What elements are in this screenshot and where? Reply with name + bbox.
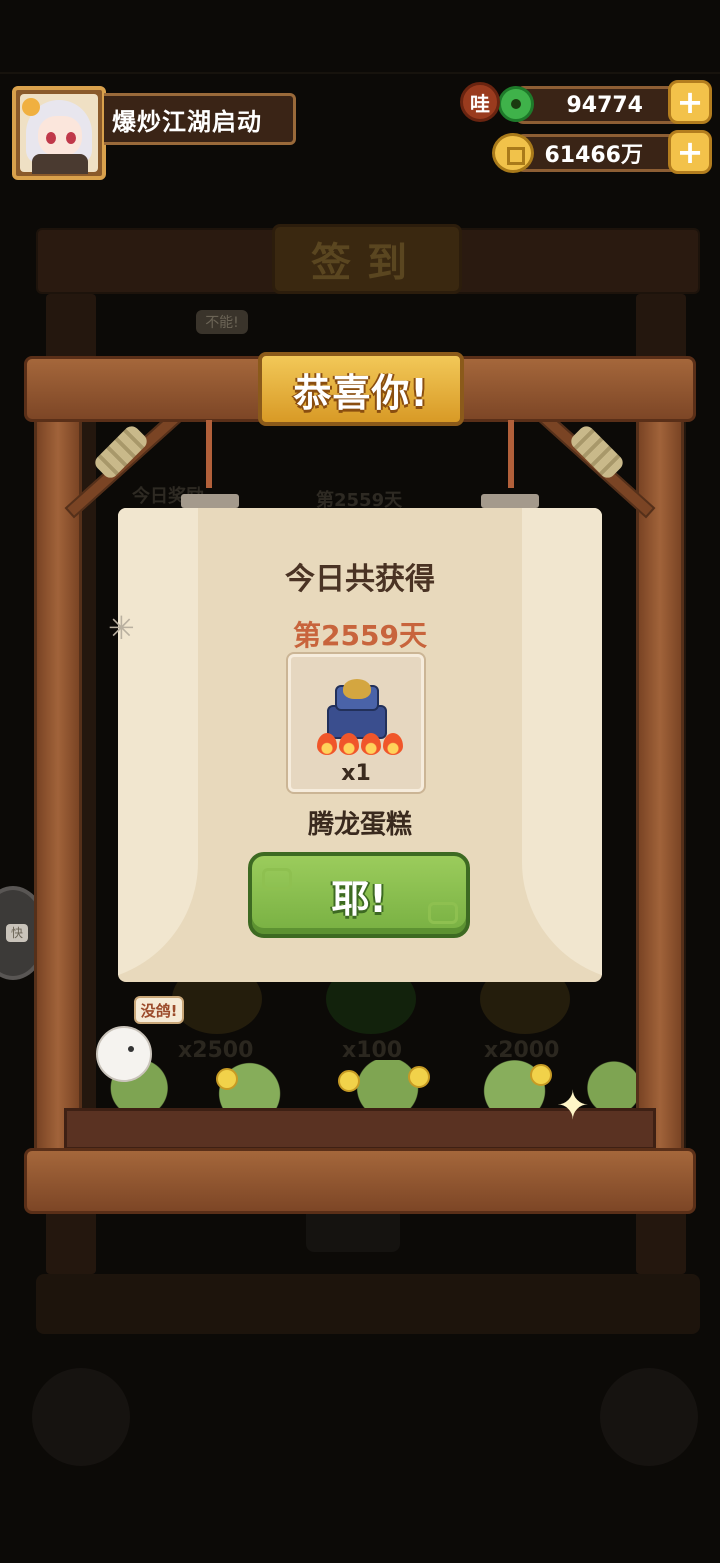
background-bottom-beam bbox=[36, 1274, 700, 1334]
avatar-body bbox=[32, 154, 88, 174]
flame-icon bbox=[383, 733, 403, 755]
background-sign: 签到 bbox=[272, 224, 462, 294]
background-menu-icon bbox=[600, 1368, 698, 1466]
congrats-banner: 恭喜你! bbox=[258, 352, 464, 426]
jade-amount: 94774 bbox=[566, 92, 643, 118]
jade-icon bbox=[498, 86, 534, 122]
sign-hook bbox=[181, 494, 239, 508]
player-name: 爆炒江湖启动 bbox=[112, 107, 262, 136]
reward-name: 腾龙蛋糕 bbox=[307, 810, 412, 840]
flower-decoration bbox=[216, 1068, 238, 1090]
flame-icon bbox=[339, 733, 359, 755]
avatar[interactable] bbox=[12, 86, 106, 180]
coin-icon bbox=[492, 133, 534, 173]
frame-bottom-beam bbox=[24, 1148, 696, 1214]
side-shortcut-label: 快 bbox=[6, 924, 28, 942]
sign-in-day: 第2559天 bbox=[293, 619, 427, 652]
reward-quantity: x1 bbox=[341, 761, 371, 786]
background-bubble: 不能! bbox=[196, 310, 248, 334]
player-name-plate[interactable]: 爆炒江湖启动 bbox=[104, 93, 296, 145]
reward-panel: 今日共获得 第2559天 x1 腾龙蛋糕 耶! bbox=[118, 508, 602, 982]
flower-decoration bbox=[530, 1064, 552, 1086]
background-sign-title: 签到 bbox=[311, 240, 423, 286]
confirm-button[interactable]: 耶! bbox=[248, 852, 470, 938]
avatar-hair-bun bbox=[22, 98, 40, 116]
frame-right-post bbox=[636, 412, 684, 1158]
flame-icon bbox=[361, 733, 381, 755]
add-coin-button[interactable]: + bbox=[668, 130, 712, 174]
reward-item-card[interactable]: x1 bbox=[288, 654, 424, 792]
swirl-ornament bbox=[428, 902, 458, 924]
sign-hanger bbox=[508, 420, 514, 488]
status-divider bbox=[0, 72, 720, 74]
flower-decoration bbox=[338, 1070, 360, 1092]
panel-title: 今日共获得 bbox=[285, 562, 435, 597]
frame-left-post bbox=[34, 412, 82, 1158]
swirl-ornament bbox=[262, 868, 292, 890]
jade-badge[interactable]: 哇 bbox=[460, 82, 500, 122]
add-jade-button[interactable]: + bbox=[668, 80, 712, 124]
congrats-title: 恭喜你! bbox=[293, 370, 429, 415]
mascot-speech-bubble: 没鸽! bbox=[134, 996, 184, 1024]
confirm-label: 耶! bbox=[331, 876, 387, 921]
pigeon-mascot[interactable] bbox=[96, 1026, 152, 1082]
flame-icon-row bbox=[317, 733, 403, 755]
dragon-ornament bbox=[343, 679, 371, 699]
sign-hanger bbox=[206, 420, 212, 488]
sparkle-icon: ✳ bbox=[108, 609, 135, 647]
flower-decoration bbox=[408, 1066, 430, 1088]
avatar-eye bbox=[66, 132, 76, 144]
flame-icon bbox=[317, 733, 337, 755]
coin-amount: 61466万 bbox=[544, 143, 643, 168]
sign-hook bbox=[481, 494, 539, 508]
sparkle-icon: ✦ bbox=[556, 1083, 590, 1129]
background-menu-icon bbox=[32, 1368, 130, 1466]
avatar-eye bbox=[46, 132, 56, 144]
